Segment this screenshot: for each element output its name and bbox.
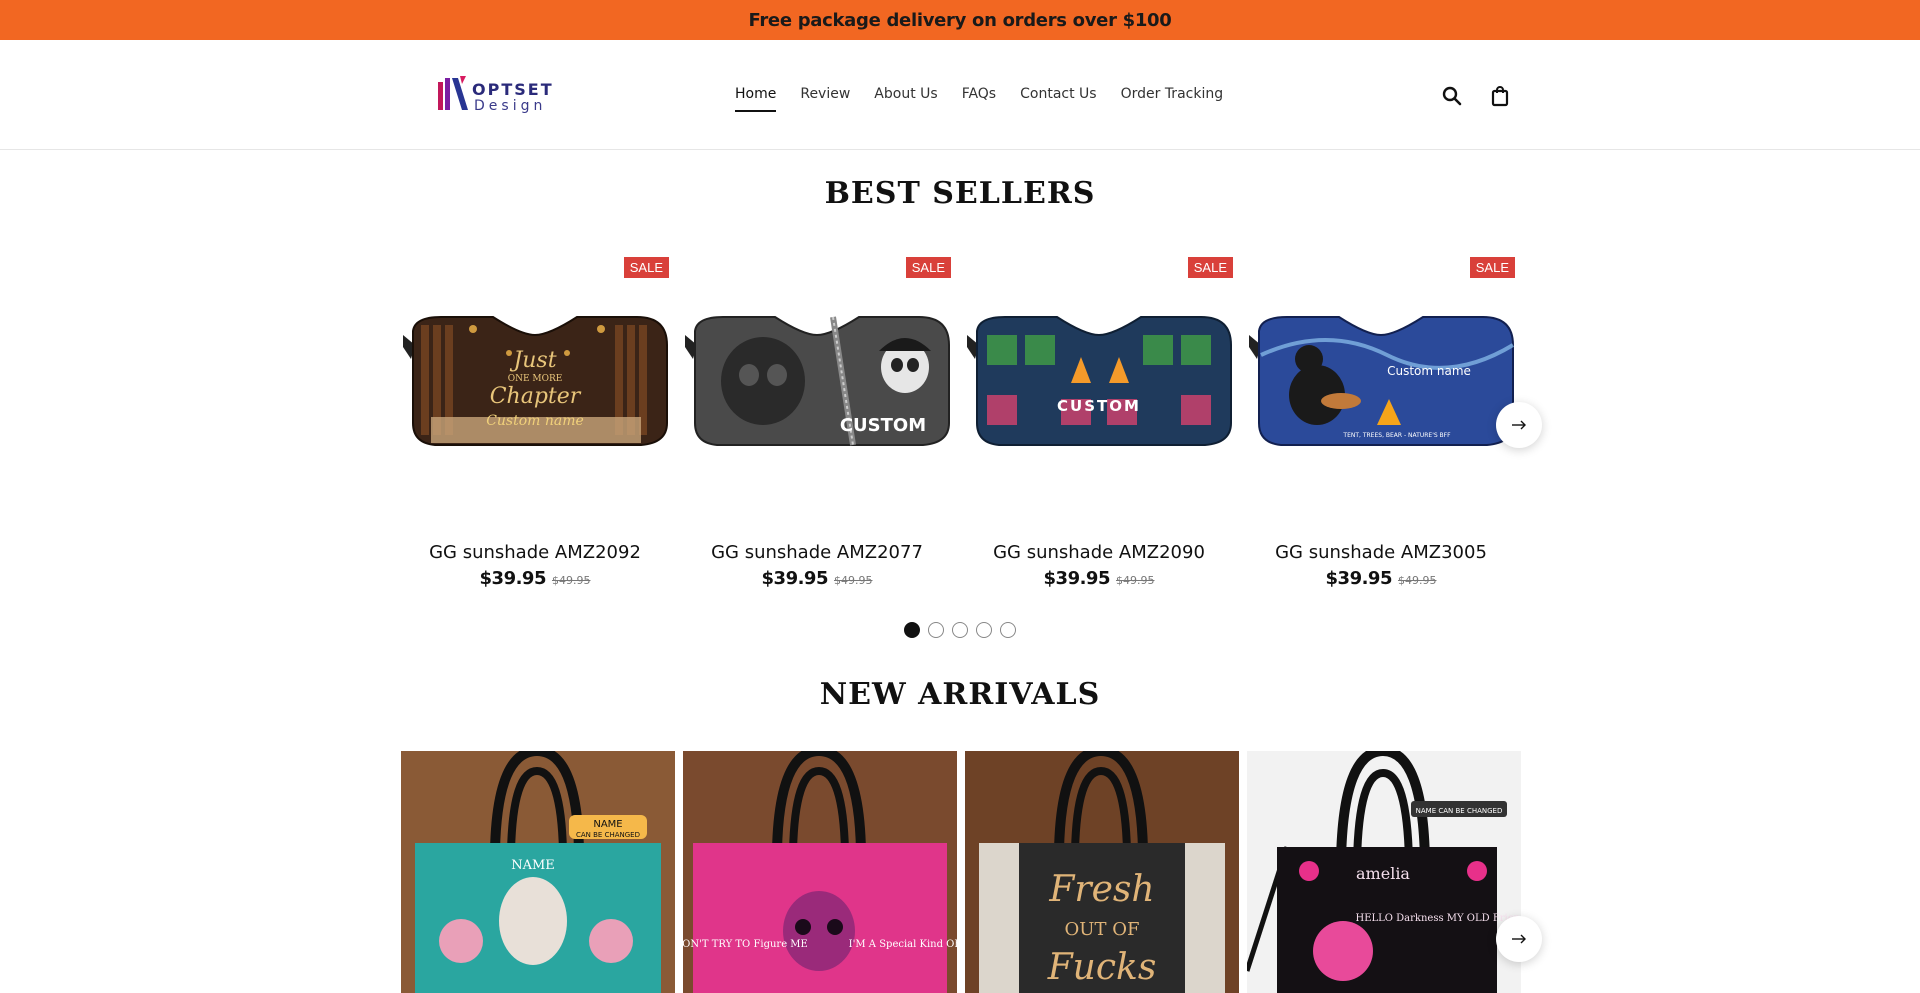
image-text: NAME CAN BE CHANGED — [1416, 807, 1503, 815]
image-text: CAN BE CHANGED — [576, 831, 640, 839]
pagination-dot[interactable] — [952, 622, 968, 638]
logo-line2: Design — [474, 98, 547, 114]
product-card[interactable]: SALE Just ONE MORE Chapter Custom name G… — [401, 255, 669, 595]
product-card[interactable]: NAME CAN BE CHANGED NAME — [401, 751, 675, 993]
announcement-text: Free package delivery on orders over $10… — [748, 9, 1172, 31]
site-header: OPTSET Design Home Review About Us FAQs … — [0, 40, 1920, 150]
image-text: Fucks — [1047, 947, 1157, 988]
compare-price: $49.95 — [1115, 574, 1155, 587]
sale-price: $39.95 — [479, 568, 547, 589]
compare-price: $49.95 — [833, 574, 873, 587]
shopping-bag-icon[interactable] — [1488, 84, 1512, 108]
product-card[interactable]: NAME CAN BE CHANGED amelia HELLO Darknes… — [1247, 751, 1521, 993]
sale-badge: SALE — [1469, 257, 1515, 278]
carousel-pagination — [904, 622, 1016, 638]
sale-badge: SALE — [1187, 257, 1233, 278]
image-text: CUSTOM — [840, 415, 926, 436]
image-text: CUSTOM — [1057, 397, 1141, 415]
compare-price: $49.95 — [551, 574, 591, 587]
main-nav: Home Review About Us FAQs Contact Us Ord… — [735, 86, 1247, 112]
pagination-dot[interactable] — [976, 622, 992, 638]
nav-review[interactable]: Review — [800, 86, 850, 102]
product-name[interactable]: GG sunshade AMZ2092 — [401, 542, 669, 563]
image-text: Chapter — [490, 384, 582, 409]
product-card[interactable]: SALE Custom name TENT, TREES, BEAR - NAT… — [1247, 255, 1515, 595]
image-text: HELLO Darkness MY OLD Friend — [1355, 913, 1521, 924]
announcement-bar: Free package delivery on orders over $10… — [0, 0, 1920, 40]
product-card[interactable]: Fresh OUT OF Fucks — [965, 751, 1239, 993]
nav-about-us[interactable]: About Us — [874, 86, 937, 102]
pagination-dot[interactable] — [904, 622, 920, 638]
pagination-dot[interactable] — [928, 622, 944, 638]
price-row: $39.95 $49.95 — [683, 568, 951, 589]
arrow-right-icon — [1512, 934, 1526, 944]
price-row: $39.95 $49.95 — [1247, 568, 1515, 589]
sale-badge: SALE — [905, 257, 951, 278]
nav-order-tracking[interactable]: Order Tracking — [1121, 86, 1224, 102]
product-name[interactable]: GG sunshade AMZ3005 — [1247, 542, 1515, 563]
nav-faqs[interactable]: FAQs — [962, 86, 996, 102]
search-icon[interactable] — [1440, 84, 1464, 108]
image-text: amelia — [1356, 864, 1410, 883]
price-row: $39.95 $49.95 — [401, 568, 669, 589]
image-text: NAME — [593, 819, 622, 830]
image-text: NAME — [511, 858, 555, 873]
sale-badge: SALE — [623, 257, 669, 278]
image-text: Custom name — [1387, 364, 1471, 378]
image-text: ONE MORE — [508, 374, 563, 384]
product-image[interactable]: CUSTOM — [683, 295, 951, 465]
image-text: Just — [509, 348, 556, 373]
compare-price: $49.95 — [1397, 574, 1437, 587]
product-image[interactable]: CUSTOM — [965, 295, 1233, 465]
image-text: Fresh — [1048, 869, 1154, 910]
image-text: I'M A Special Kind OF — [849, 939, 957, 950]
product-name[interactable]: GG sunshade AMZ2090 — [965, 542, 1233, 563]
image-text: Custom name — [486, 413, 584, 429]
sale-price: $39.95 — [1325, 568, 1393, 589]
sale-price: $39.95 — [761, 568, 829, 589]
nav-home[interactable]: Home — [735, 86, 777, 112]
product-card[interactable]: SALE CUSTOM GG sunshade AMZ2077 $39.95 $4… — [683, 255, 951, 595]
product-image[interactable]: Fresh OUT OF Fucks — [965, 751, 1239, 993]
product-image[interactable]: NAME CAN BE CHANGED NAME — [401, 751, 675, 993]
image-text: OUT OF — [1065, 919, 1140, 940]
price-row: $39.95 $49.95 — [965, 568, 1233, 589]
logo[interactable]: OPTSET Design — [436, 74, 556, 116]
logo-line1: OPTSET — [472, 80, 554, 99]
image-text: DON'T TRY TO Figure ME — [683, 939, 808, 950]
product-card[interactable]: DON'T TRY TO Figure ME I'M A Special Kin… — [683, 751, 957, 993]
sale-price: $39.95 — [1043, 568, 1111, 589]
pagination-dot[interactable] — [1000, 622, 1016, 638]
arrow-right-icon — [1512, 420, 1526, 430]
new-arrivals-next-button[interactable] — [1496, 916, 1542, 962]
image-text: TENT, TREES, BEAR - NATURE'S BFF — [1342, 432, 1451, 439]
product-image[interactable]: DON'T TRY TO Figure ME I'M A Special Kin… — [683, 751, 957, 993]
new-arrivals-title: NEW ARRIVALS — [819, 677, 1101, 712]
product-image[interactable]: Custom name TENT, TREES, BEAR - NATURE'S… — [1247, 295, 1515, 465]
logo-mark-icon — [438, 76, 468, 110]
product-card[interactable]: SALE CUSTOM GG sunshade AMZ2090 $39.95 $4… — [965, 255, 1233, 595]
product-image[interactable]: NAME CAN BE CHANGED amelia HELLO Darknes… — [1247, 751, 1521, 993]
nav-contact-us[interactable]: Contact Us — [1020, 86, 1096, 102]
product-name[interactable]: GG sunshade AMZ2077 — [683, 542, 951, 563]
product-image[interactable]: Just ONE MORE Chapter Custom name — [401, 295, 669, 465]
best-sellers-next-button[interactable] — [1496, 402, 1542, 448]
best-sellers-title: BEST SELLERS — [824, 176, 1096, 211]
